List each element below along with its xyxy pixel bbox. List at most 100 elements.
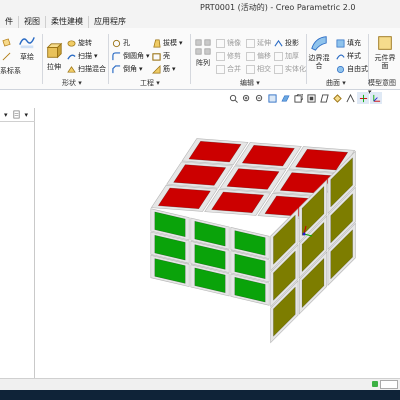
- spin-center-button[interactable]: [357, 92, 369, 104]
- offset-button[interactable]: 偏移: [246, 51, 271, 61]
- trim-button[interactable]: 修剪: [216, 51, 241, 61]
- engineering-group-label[interactable]: 工程 ▾: [140, 78, 160, 88]
- sweep-label: 扫描: [78, 52, 92, 60]
- perspective-button[interactable]: [318, 92, 330, 104]
- tree-filter-dropdown-icon[interactable]: ▾: [4, 111, 8, 119]
- round-label: 倒圆角: [123, 52, 144, 60]
- thicken-button[interactable]: 加厚: [274, 51, 299, 61]
- plane-icon: [2, 38, 11, 47]
- trim-icon: [216, 51, 225, 61]
- graphics-window[interactable]: [36, 108, 400, 378]
- intersect-button[interactable]: 相交: [246, 64, 271, 74]
- style-button[interactable]: 样式: [336, 51, 361, 61]
- zoom-in-button[interactable]: [240, 92, 252, 104]
- solidify-button[interactable]: 实体化: [274, 64, 306, 74]
- status-bar: [0, 378, 400, 390]
- display-style-button[interactable]: [279, 92, 291, 104]
- coordinate-system-button[interactable]: 系标系: [0, 66, 21, 76]
- repaint-button[interactable]: [266, 92, 278, 104]
- settings-icon[interactable]: [12, 110, 21, 119]
- sweep-button[interactable]: 扫描 ▾: [67, 51, 98, 61]
- draft-dropdown-icon[interactable]: ▾: [179, 39, 183, 47]
- extrude-icon: [46, 42, 63, 59]
- project-icon: [274, 39, 283, 46]
- chamfer-dropdown-icon[interactable]: ▾: [139, 65, 143, 73]
- intersect-icon: [246, 64, 255, 74]
- refit-button[interactable]: [227, 92, 239, 104]
- component-interface-label: 元件界面: [374, 54, 396, 70]
- hole-icon: [112, 39, 121, 47]
- fill-button[interactable]: 填充: [336, 38, 361, 48]
- separator: [368, 34, 369, 84]
- shapes-group-label[interactable]: 形状 ▾: [62, 78, 82, 88]
- saved-orientations-button[interactable]: [292, 92, 304, 104]
- pattern-icon: [195, 39, 211, 55]
- ribbon: 系标系 草绘 拉伸 旋转 扫描 ▾ 扫描混合 形状 ▾ 孔 倒圆角 ▾ 倒角 ▾: [0, 28, 400, 96]
- fill-icon: [336, 39, 345, 47]
- hole-button[interactable]: 孔: [112, 38, 130, 48]
- sweep-dropdown-icon[interactable]: ▾: [94, 52, 98, 60]
- tab-flexible-modeling[interactable]: 柔性建模: [45, 16, 88, 28]
- sketch-button[interactable]: 草绘: [18, 32, 36, 62]
- separator: [42, 34, 43, 84]
- round-button[interactable]: 倒圆角 ▾: [112, 51, 150, 61]
- zoom-out-button[interactable]: [253, 92, 265, 104]
- saved-orientations-icon: [293, 93, 303, 103]
- separator: [108, 34, 109, 84]
- tab-view[interactable]: 视图: [18, 16, 45, 28]
- separator: [306, 34, 307, 84]
- selection-filter[interactable]: [380, 380, 398, 389]
- settings-dropdown-icon[interactable]: ▾: [25, 111, 29, 119]
- project-button[interactable]: 投影: [274, 38, 299, 48]
- editing-group-label[interactable]: 编辑 ▾: [240, 78, 260, 88]
- mirror-button[interactable]: 镜像: [216, 38, 241, 48]
- swept-blend-label: 扫描混合: [78, 65, 106, 73]
- tab-applications[interactable]: 应用程序: [88, 16, 131, 28]
- surfaces-group-label[interactable]: 曲面 ▾: [326, 78, 346, 88]
- sweep-icon: [67, 54, 76, 60]
- swept-blend-button[interactable]: 扫描混合: [67, 64, 106, 74]
- draft-label: 拔模: [163, 39, 177, 47]
- shell-button[interactable]: 壳: [152, 51, 170, 61]
- shell-icon: [152, 52, 161, 61]
- draft-button[interactable]: 拔模 ▾: [152, 38, 183, 48]
- mirror-icon: [216, 38, 225, 48]
- merge-button[interactable]: 合并: [216, 64, 241, 74]
- model-tree-header: ▾ ▾: [0, 108, 35, 122]
- sketch-label: 草绘: [20, 53, 34, 61]
- datum-display-button[interactable]: [331, 92, 343, 104]
- plane-button[interactable]: [2, 38, 11, 47]
- axis-icon: [2, 52, 11, 61]
- revolve-button[interactable]: 旋转: [67, 38, 92, 48]
- ribbon-tabs: 件 视图 柔性建模 应用程序: [0, 14, 400, 28]
- rib-icon: [152, 64, 161, 73]
- merge-icon: [216, 64, 225, 74]
- repaint-icon: [267, 93, 277, 103]
- pattern-button[interactable]: 阵列: [194, 38, 212, 68]
- shell-label: 壳: [163, 52, 170, 60]
- rubiks-cube-model[interactable]: [36, 108, 400, 378]
- boundary-blend-button[interactable]: 边界混合: [308, 34, 330, 70]
- annotation-display-button[interactable]: [344, 92, 356, 104]
- rib-dropdown-icon[interactable]: ▾: [172, 65, 176, 73]
- extrude-button[interactable]: 拉伸: [45, 42, 63, 72]
- hole-label: 孔: [123, 39, 130, 47]
- round-dropdown-icon[interactable]: ▾: [146, 52, 150, 60]
- view-manager-button[interactable]: [305, 92, 317, 104]
- component-interface-button[interactable]: 元件界面: [374, 34, 396, 70]
- chamfer-button[interactable]: 倒角 ▾: [112, 64, 143, 74]
- axis-button[interactable]: [2, 52, 11, 61]
- display-style-icon: [280, 95, 290, 101]
- regeneration-status-icon: [372, 381, 378, 387]
- annotation-display-icon: [345, 93, 355, 102]
- chamfer-label: 倒角: [123, 65, 137, 73]
- zoom-in-icon: [242, 94, 249, 101]
- freestyle-button[interactable]: 自由式: [336, 64, 368, 74]
- tab-part[interactable]: 件: [0, 16, 18, 28]
- coordinate-display-button[interactable]: [370, 92, 382, 104]
- style-icon: [336, 54, 345, 59]
- rib-button[interactable]: 筋 ▾: [152, 64, 176, 74]
- pattern-label: 阵列: [196, 59, 210, 67]
- spin-center-icon: [359, 94, 367, 102]
- extend-button[interactable]: 延伸: [246, 38, 271, 48]
